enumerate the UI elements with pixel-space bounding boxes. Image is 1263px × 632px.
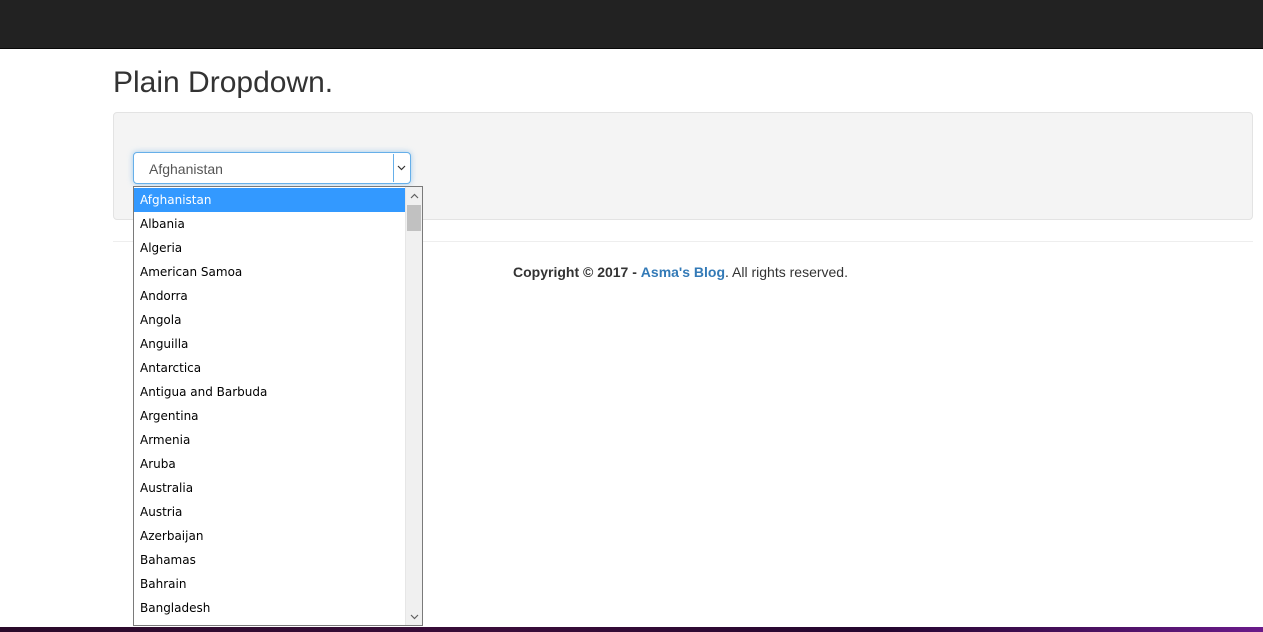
taskbar-edge	[0, 627, 1263, 632]
list-scrollbar[interactable]	[405, 187, 422, 625]
option-item[interactable]: Andorra	[134, 284, 406, 308]
scroll-down-icon[interactable]	[406, 608, 422, 625]
option-item[interactable]: Argentina	[134, 404, 406, 428]
option-item[interactable]: Albania	[134, 212, 406, 236]
option-item[interactable]: Austria	[134, 500, 406, 524]
option-item[interactable]: Antigua and Barbuda	[134, 380, 406, 404]
option-item[interactable]: Antarctica	[134, 356, 406, 380]
option-item[interactable]: Bahrain	[134, 572, 406, 596]
page-title: Plain Dropdown.	[113, 66, 334, 99]
footer-copyright: Copyright © 2017 - Asma's Blog. All righ…	[513, 264, 848, 280]
scroll-up-icon[interactable]	[406, 187, 422, 204]
top-navbar	[0, 0, 1263, 49]
option-item[interactable]: Australia	[134, 476, 406, 500]
option-item[interactable]: Angola	[134, 308, 406, 332]
option-item[interactable]: Algeria	[134, 236, 406, 260]
select-value: Afghanistan	[149, 161, 223, 177]
option-item[interactable]: Azerbaijan	[134, 524, 406, 548]
option-item[interactable]: Bangladesh	[134, 596, 406, 620]
chevron-down-icon[interactable]	[393, 154, 409, 182]
option-item[interactable]: Afghanistan	[134, 188, 406, 212]
country-select[interactable]: Afghanistan	[133, 152, 411, 184]
country-options-list[interactable]: Afghanistan Albania Algeria American Samoa A…	[133, 186, 423, 626]
option-item[interactable]: Bahamas	[134, 548, 406, 572]
scroll-thumb[interactable]	[407, 205, 421, 231]
blog-link[interactable]: Asma's Blog	[641, 264, 725, 280]
option-item[interactable]: Aruba	[134, 452, 406, 476]
footer-suffix: . All rights reserved.	[725, 264, 848, 280]
copyright-text: Copyright © 2017 -	[513, 264, 637, 280]
option-item[interactable]: Anguilla	[134, 332, 406, 356]
option-item[interactable]: American Samoa	[134, 260, 406, 284]
option-item[interactable]: Armenia	[134, 428, 406, 452]
